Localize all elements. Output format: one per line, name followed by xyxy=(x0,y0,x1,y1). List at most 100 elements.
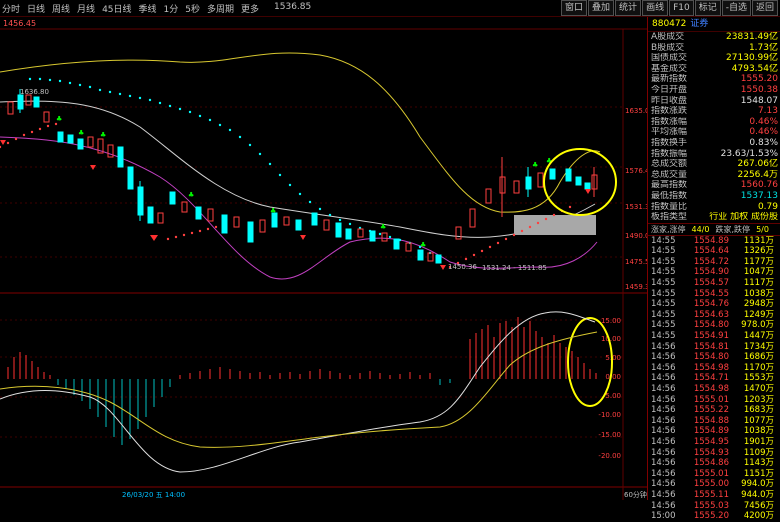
stat-row: 昨日收盘 1548.07 xyxy=(648,96,780,107)
tick-volume: 1901万 xyxy=(743,436,774,447)
toolbar-buttons: 窗口 叠加 统计 画线 F10 标记 -自选 返回 xyxy=(561,0,778,16)
stat-label: 指数换手 xyxy=(651,137,688,148)
tick-price: 1554.86 xyxy=(693,458,729,469)
channel-annotation: 1531.24 - 1511.85 xyxy=(482,264,547,272)
mark-button[interactable]: 标记 xyxy=(694,0,721,16)
tick-time: 14:55 xyxy=(651,331,676,342)
decliners-count: 5/0 xyxy=(756,224,769,234)
price-axis-label: 1576.48 xyxy=(625,167,647,175)
tick-time: 14:56 xyxy=(651,447,676,458)
tick-time: 14:55 xyxy=(651,235,676,246)
tick-time: 14:55 xyxy=(651,309,676,320)
f10-button[interactable]: F10 xyxy=(669,0,694,16)
tick-price: 1554.93 xyxy=(693,447,729,458)
tab-advancers[interactable]: 涨家,涨停 xyxy=(648,224,689,235)
tick-price: 1555.03 xyxy=(693,500,729,511)
overlay-button[interactable]: 叠加 xyxy=(588,0,615,16)
stat-label: 板指类型 xyxy=(651,212,688,223)
tick-volume: 994.0万 xyxy=(741,479,774,490)
tick-time: 14:55 xyxy=(651,278,676,289)
stat-label: A股成交 xyxy=(651,32,685,42)
tick-list[interactable]: 14:55 1554.89 1131万 14:55 1554.64 1326万 14:55 1… xyxy=(648,236,780,522)
tick-volume: 1203万 xyxy=(743,394,774,405)
tick-row: 14:56 1555.01 1151万 xyxy=(648,469,780,480)
tick-row: 14:56 1555.03 7456万 xyxy=(648,501,780,512)
tab-period-1[interactable]: 日线 xyxy=(27,2,45,15)
stat-row: 指数涨幅 0.46% xyxy=(648,117,780,128)
kline-chart[interactable]: 1456.45 1635.09 1576.48 1531.38 1490.00 … xyxy=(0,17,647,500)
tick-price: 1554.89 xyxy=(693,235,729,246)
tab-period-7[interactable]: 5秒 xyxy=(185,2,200,15)
tick-price: 1554.88 xyxy=(693,415,729,426)
tick-volume: 1143万 xyxy=(743,458,774,469)
stat-row: 指数涨跌 7.13 xyxy=(648,106,780,117)
stat-value: 1548.07 xyxy=(740,95,778,106)
tick-price: 1554.98 xyxy=(693,362,729,373)
tick-price: 1554.72 xyxy=(693,256,729,267)
stat-row: 今日开盘 1550.38 xyxy=(648,85,780,96)
stat-value: 1537.13 xyxy=(740,190,778,201)
tick-row: 14:56 1555.11 944.0万 xyxy=(648,490,780,501)
tick-price: 1555.01 xyxy=(693,468,729,479)
tick-time: 14:56 xyxy=(651,341,676,352)
tick-row: 14:56 1554.98 1470万 xyxy=(648,384,780,395)
tick-row: 14:56 1554.93 1109万 xyxy=(648,448,780,459)
stat-value: 0.46% xyxy=(749,116,778,127)
tick-time: 14:55 xyxy=(651,246,676,257)
tab-period-3[interactable]: 月线 xyxy=(77,2,95,15)
stat-label: 总成交额 xyxy=(651,159,688,170)
tick-price: 1554.71 xyxy=(693,373,729,384)
tick-price: 1555.20 xyxy=(693,511,729,522)
macd-axis-label: 0.00 xyxy=(605,373,621,381)
tick-row: 14:56 1554.89 1038万 xyxy=(648,426,780,437)
svg-text:♣: ♣ xyxy=(188,191,194,199)
back-button[interactable]: 返回 xyxy=(751,0,778,16)
price-axis-label: 1475.55 xyxy=(625,258,647,266)
tick-price: 1555.22 xyxy=(693,405,729,416)
tick-time: 14:55 xyxy=(651,299,676,310)
price-axis-label: 1635.09 xyxy=(625,107,647,115)
top-toolbar: 分时 日线 周线 月线 45日线 季线 1分 5秒 多周期 更多 1536.85… xyxy=(0,0,780,17)
tick-price: 1554.76 xyxy=(693,299,729,310)
high-price-annotation: 1636.80 xyxy=(20,88,49,96)
tick-time: 14:56 xyxy=(651,458,676,469)
advancers-count: 44/0 xyxy=(691,224,710,234)
tab-period-5[interactable]: 季线 xyxy=(139,2,157,15)
svg-text:♣: ♣ xyxy=(380,223,386,231)
draw-button[interactable]: 画线 xyxy=(642,0,669,16)
tab-period-4[interactable]: 45日线 xyxy=(102,2,131,15)
tab-period-8[interactable]: 多周期 xyxy=(207,2,234,15)
tick-price: 1555.00 xyxy=(693,479,729,490)
stat-label: 今日开盘 xyxy=(651,84,688,95)
stat-value: 1560.76 xyxy=(740,180,778,191)
tab-decliners[interactable]: 跌家,跌停 xyxy=(713,224,754,235)
tick-row: 14:55 1554.91 1447万 xyxy=(648,331,780,342)
tick-row: 14:55 1554.90 1047万 xyxy=(648,267,780,278)
tick-time: 14:56 xyxy=(651,362,676,373)
tab-period-9[interactable]: 更多 xyxy=(241,2,259,15)
tick-row: 14:55 1554.57 1117万 xyxy=(648,278,780,289)
stats-button[interactable]: 统计 xyxy=(615,0,642,16)
breadth-tabs: 涨家,涨停 44/0 跌家,跌停 5/0 xyxy=(648,222,780,236)
stat-label: 国债成交 xyxy=(651,53,688,64)
stat-label: B股成交 xyxy=(651,42,685,53)
tab-period-2[interactable]: 周线 xyxy=(52,2,70,15)
stat-label: 指数量比 xyxy=(651,201,688,212)
tick-row: 14:56 1554.81 1734万 xyxy=(648,342,780,353)
tab-period-6[interactable]: 1分 xyxy=(164,2,179,15)
tick-time: 14:55 xyxy=(651,288,676,299)
stat-label: 总成交量 xyxy=(651,169,688,180)
macd-axis-label: -20.00 xyxy=(598,452,621,460)
tick-time: 14:56 xyxy=(651,352,676,363)
tab-period-0[interactable]: 分时 xyxy=(2,2,20,15)
stat-value: 行业 加权 成份股 xyxy=(709,212,778,223)
watchlist-button[interactable]: -自选 xyxy=(721,0,751,16)
window-button[interactable]: 窗口 xyxy=(561,0,588,16)
svg-text:♣: ♣ xyxy=(78,129,84,137)
macd-axis-label: 5.00 xyxy=(605,354,621,362)
tick-price: 1554.63 xyxy=(693,309,729,320)
tick-volume: 4200万 xyxy=(743,511,774,522)
level-label: 1456.45 xyxy=(3,19,36,28)
stat-row: 最新指数 1555.20 xyxy=(648,74,780,85)
period-tabs: 分时 日线 周线 月线 45日线 季线 1分 5秒 多周期 更多 1536.85 xyxy=(2,2,311,15)
